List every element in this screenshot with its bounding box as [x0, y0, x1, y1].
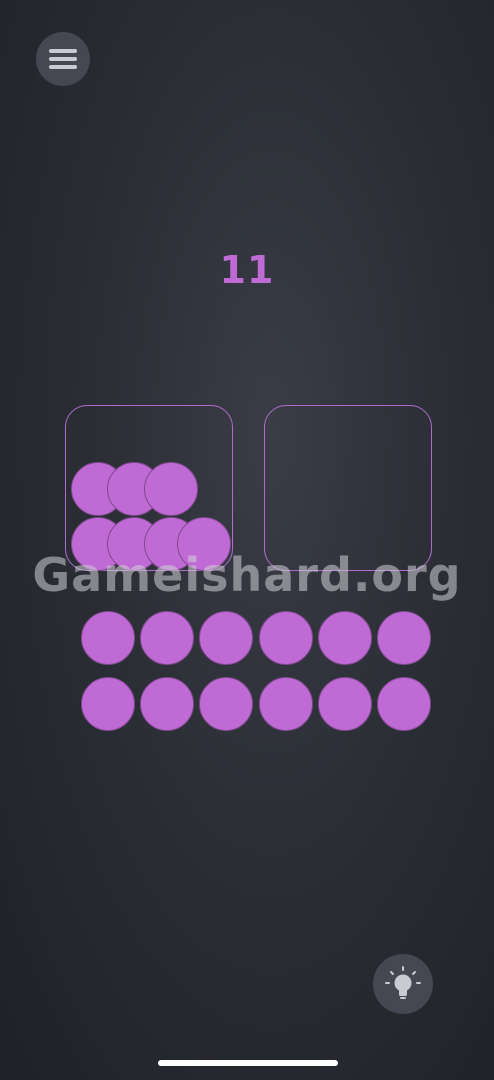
tray-ball[interactable]: [318, 611, 372, 665]
ball[interactable]: [144, 462, 198, 516]
tray-ball[interactable]: [377, 677, 431, 731]
tray-ball[interactable]: [81, 611, 135, 665]
container-box-right[interactable]: [264, 405, 432, 571]
lightbulb-icon: [385, 966, 421, 999]
tray-ball[interactable]: [81, 677, 135, 731]
tray-ball[interactable]: [199, 677, 253, 731]
score-counter: 11: [219, 248, 275, 292]
menu-button[interactable]: [36, 32, 90, 86]
tray-ball[interactable]: [259, 611, 313, 665]
hint-button[interactable]: [373, 954, 433, 1014]
home-indicator[interactable]: [158, 1060, 338, 1066]
tray-ball[interactable]: [377, 611, 431, 665]
tray-ball[interactable]: [199, 611, 253, 665]
tray-ball[interactable]: [140, 677, 194, 731]
hamburger-menu-icon: [49, 49, 77, 69]
watermark-text: Gameishard.org: [32, 548, 462, 602]
tray-ball[interactable]: [318, 677, 372, 731]
tray-ball[interactable]: [140, 611, 194, 665]
tray-ball[interactable]: [259, 677, 313, 731]
